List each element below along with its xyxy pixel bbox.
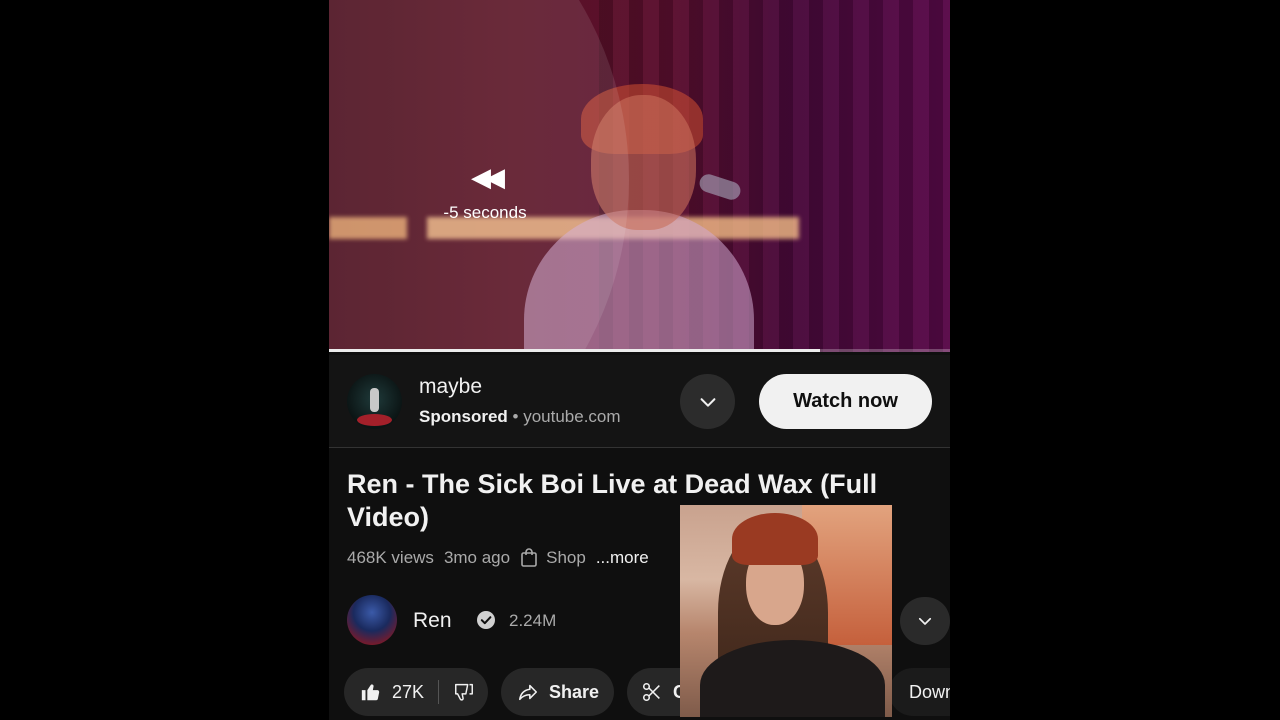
clip-scissors-icon bbox=[642, 682, 660, 702]
sponsored-label: Sponsored bbox=[419, 407, 508, 426]
channel-avatar[interactable] bbox=[347, 595, 397, 645]
chevron-down-icon bbox=[700, 397, 715, 407]
sponsored-ad-banner[interactable]: maybe Sponsored • youtube.com Watch now bbox=[329, 355, 950, 448]
ad-meta: Sponsored • youtube.com bbox=[419, 407, 621, 427]
more-link[interactable]: ...more bbox=[596, 548, 649, 568]
channel-name[interactable]: Ren bbox=[413, 609, 452, 633]
share-button[interactable]: Share bbox=[501, 668, 614, 716]
rewind-icon: ◀◀ bbox=[471, 163, 505, 193]
shop-link[interactable]: Shop bbox=[546, 548, 586, 568]
ad-title: maybe bbox=[419, 375, 483, 398]
share-icon bbox=[518, 684, 538, 701]
download-button[interactable]: Down bbox=[889, 668, 950, 716]
progress-bar[interactable] bbox=[329, 349, 950, 352]
ad-domain: youtube.com bbox=[523, 407, 621, 426]
reactor-webcam-overlay bbox=[680, 505, 892, 717]
dislike-icon[interactable] bbox=[453, 681, 475, 703]
reactor-shirt bbox=[700, 640, 885, 717]
subscription-dropdown[interactable] bbox=[900, 597, 950, 645]
ad-expand-button[interactable] bbox=[680, 374, 735, 429]
chevron-down-icon bbox=[918, 617, 932, 625]
share-label: Share bbox=[549, 681, 600, 702]
video-player[interactable]: ◀◀ -5 seconds bbox=[329, 0, 950, 352]
shop-bag-icon bbox=[521, 548, 537, 567]
reactor-beanie bbox=[732, 513, 818, 565]
video-meta[interactable]: 468K views 3mo ago Shop ...more bbox=[347, 548, 659, 568]
download-label: Down bbox=[909, 681, 950, 702]
progress-bar-fill bbox=[329, 349, 820, 352]
like-dislike-pill[interactable]: 27K bbox=[344, 668, 488, 716]
verified-icon bbox=[477, 611, 495, 629]
ad-separator: • bbox=[507, 407, 524, 426]
upload-age: 3mo ago bbox=[443, 548, 511, 567]
seek-indicator: ◀◀ -5 seconds bbox=[429, 165, 541, 223]
divider bbox=[438, 680, 440, 704]
view-count: 468K views bbox=[347, 548, 434, 567]
watch-now-button[interactable]: Watch now bbox=[759, 374, 932, 429]
like-count: 27K bbox=[392, 681, 425, 702]
ad-avatar bbox=[347, 374, 402, 429]
subscriber-count: 2.24M bbox=[509, 611, 557, 630]
like-icon[interactable] bbox=[360, 681, 382, 703]
seek-amount-label: -5 seconds bbox=[443, 203, 527, 222]
